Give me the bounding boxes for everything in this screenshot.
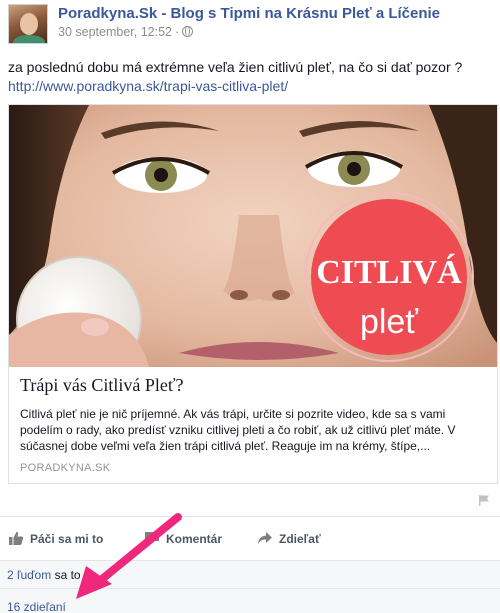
page-avatar[interactable] <box>8 4 48 44</box>
share-arrow-icon <box>258 532 272 544</box>
post-link[interactable]: http://www.poradkyna.sk/trapi-vas-citliv… <box>8 77 288 96</box>
likes-suffix: sa to p <box>51 568 91 582</box>
likes-summary: 2 ľuďom sa to p <box>7 568 91 582</box>
comment-button[interactable]: Komentár <box>144 530 222 546</box>
shares-row: 16 zdieľaní <box>0 588 500 613</box>
meta-separator: · <box>174 25 180 39</box>
card-image[interactable]: CITLIVÁ pleť <box>9 105 497 367</box>
card-description: Citlivá pleť nie je nič príjemné. Ak vás… <box>20 407 456 453</box>
likes-row: 2 ľuďom sa to p <box>0 560 500 588</box>
share-button[interactable]: Zdieľať <box>257 530 321 546</box>
post-message: za poslednú dobu má extrémne veľa žien c… <box>8 59 463 75</box>
badge-line1: CITLIVÁ <box>316 254 462 291</box>
speech-bubble-icon <box>145 532 159 545</box>
share-label: Zdieľať <box>279 532 321 546</box>
post-header: Poradkyna.Sk - Blog s Tipmi na Krásnu Pl… <box>0 0 500 48</box>
link-preview-card[interactable]: CITLIVÁ pleť Trápi vás Citlivá Pleť? Cit… <box>8 104 498 484</box>
thumbs-up-icon <box>9 531 24 545</box>
post-text-block: za poslednú dobu má extrémne veľa žien c… <box>8 58 496 96</box>
page-name-link[interactable]: Poradkyna.Sk - Blog s Tipmi na Krásnu Pl… <box>58 5 440 22</box>
card-title[interactable]: Trápi vás Citlivá Pleť? <box>20 375 184 396</box>
action-bar: Páči sa mi to Komentár Zdieľať <box>0 516 500 560</box>
likes-count-link[interactable]: 2 ľuďom <box>7 568 51 582</box>
avatar-face <box>20 13 38 35</box>
shares-count-link[interactable]: 16 zdieľaní <box>7 600 66 613</box>
woman-face-photo: CITLIVÁ pleť <box>9 105 497 367</box>
flag-icon[interactable] <box>478 494 490 506</box>
card-source: PORADKYNA.SK <box>20 462 111 474</box>
comment-label: Komentár <box>166 532 223 546</box>
like-button[interactable]: Páči sa mi to <box>8 530 103 546</box>
globe-icon[interactable] <box>182 26 194 37</box>
post-date[interactable]: 30 september, 12:52 <box>58 25 172 39</box>
badge-line2: pleť <box>360 303 419 341</box>
avatar-shoulder <box>13 35 45 43</box>
post-meta: 30 september, 12:52 · <box>58 25 194 39</box>
like-label: Páči sa mi to <box>30 532 104 546</box>
